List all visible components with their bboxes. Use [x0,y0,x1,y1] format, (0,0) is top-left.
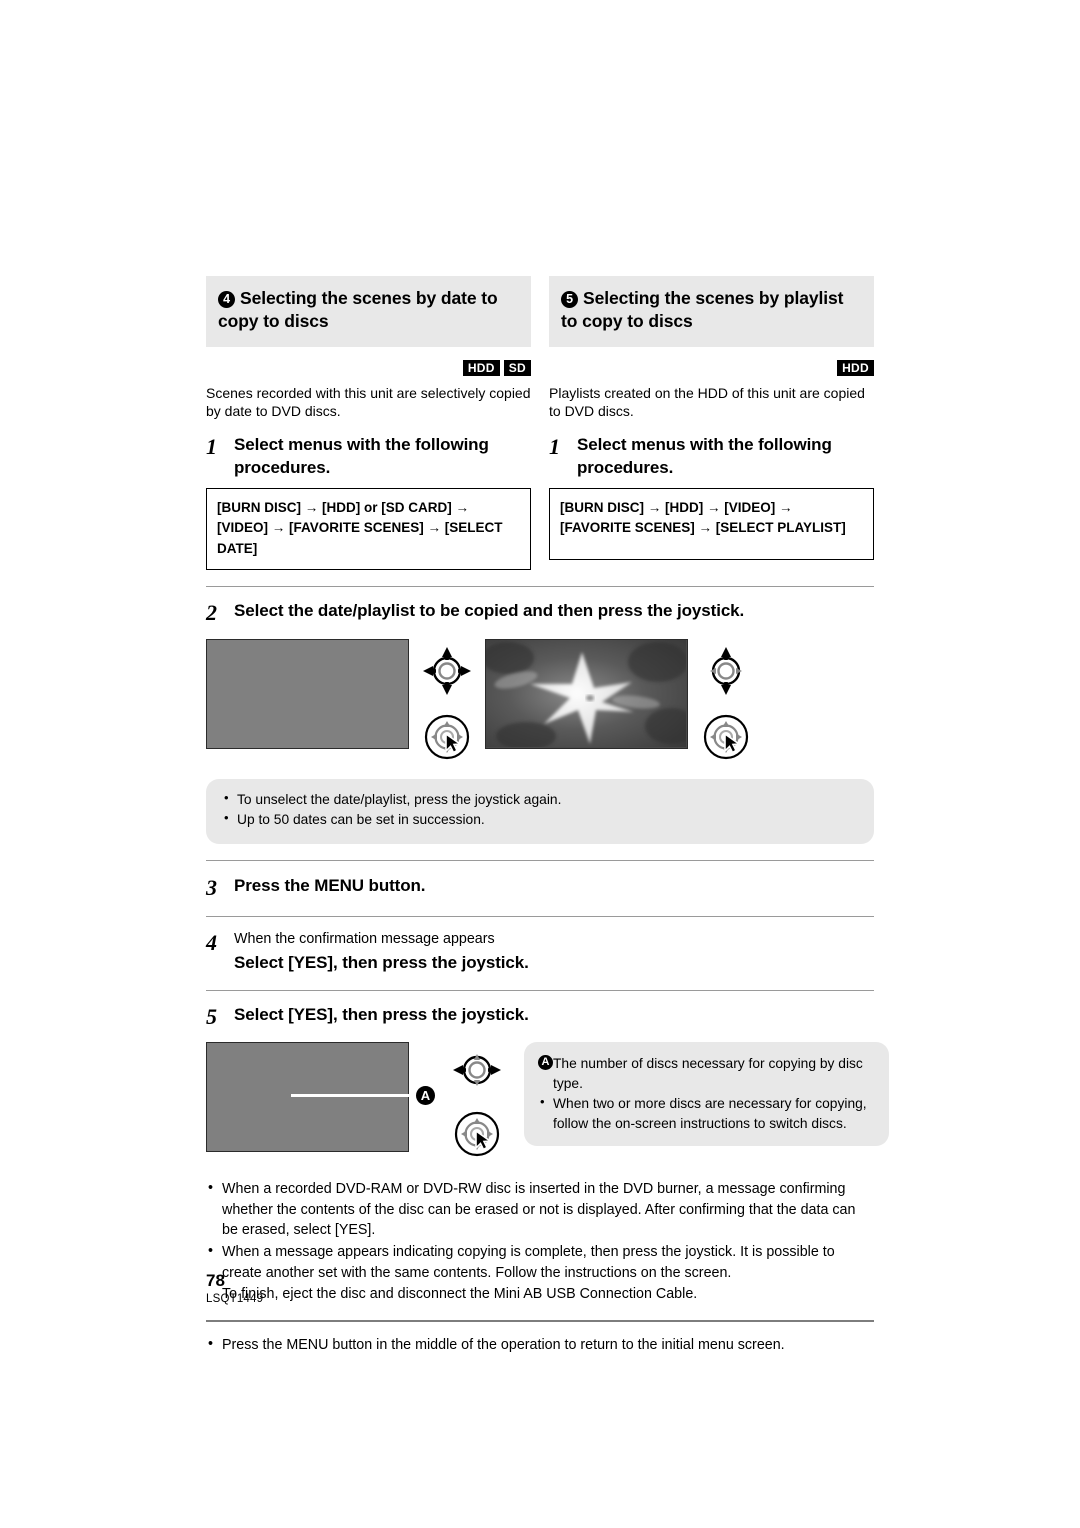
page-number: 78 [206,1271,225,1290]
screen-illustration-playlist-thumbnail [485,638,688,749]
bottom-notes: When a recorded DVD-RAM or DVD-RW disc i… [206,1178,874,1304]
menu-path-box-date: [BURN DISC] → [HDD] or [SD CARD] → [VIDE… [206,487,531,571]
screen-illustration-date-list [206,638,409,749]
bottom-note-list: When a recorded DVD-RAM or DVD-RW disc i… [206,1178,874,1304]
step-1-playlist: 1 Select menus with the following proced… [549,434,874,478]
section-column-playlist: 5 Selecting the scenes by playlist to cop… [549,276,874,570]
step-number: 1 [549,434,560,460]
step-text: Select the date/playlist to be copied an… [234,601,745,621]
list-item-text: When a message appears indicating copyin… [222,1244,835,1281]
callout-text: The number of discs necessary for copyin… [553,1055,863,1091]
joystick-leftright-icon [449,1048,505,1097]
step-text: Press the MENU button. [234,875,426,895]
callout-description: AThe number of discs necessary for copyi… [538,1053,873,1093]
step-number: 1 [206,434,217,460]
badge-hdd: HDD [462,359,500,376]
step-2-media-row [206,638,874,765]
badge-sd: SD [503,359,531,376]
step-number: 4 [206,929,217,955]
badge-hdd: HDD [837,359,874,376]
step-1-date: 1 Select menus with the following proced… [206,434,531,478]
step-text: Select menus with the following procedur… [577,435,832,477]
step-number: 3 [206,874,217,900]
step-2: 2 Select the date/playlist to be copied … [206,600,874,625]
section-heading-date: 4 Selecting the scenes by date to copy to… [206,276,531,347]
section-columns: 4 Selecting the scenes by date to copy to… [206,276,874,571]
step-4-body: When the confirmation message appears Se… [234,930,529,974]
divider [206,1320,874,1323]
step-condition: When the confirmation message appears [234,930,495,947]
step-number: 2 [206,600,217,626]
divider [206,989,874,991]
step-text: Select [YES], then press the joystick. [234,1004,529,1024]
step-5-media-row: A • A The number of discs necessary for … [206,1041,889,1162]
joystick-press-icon [703,714,749,765]
page-footer: 78 LSQT1449 [206,1271,264,1305]
screen-illustration-disc-count [206,1041,409,1152]
divider [206,586,874,588]
section-lead-date: Scenes recorded with this unit are selec… [206,384,531,419]
step-number: 5 [206,1003,217,1029]
final-note-list: Press the MENU button in the middle of t… [206,1334,874,1356]
callout-marker-a: A [416,1085,435,1105]
step-4: 4 When the confirmation message appears … [206,930,874,974]
section-marker-5: 5 [561,291,578,308]
joystick-press-icon [454,1111,500,1162]
document-id: LSQT1449 [206,1292,264,1305]
section-title-playlist: Selecting the scenes by playlist to copy… [561,288,844,332]
section-marker-4: 4 [218,291,235,308]
joystick-group-right [688,639,764,765]
section-lead-playlist: Playlists created on the HDD of this uni… [549,384,865,419]
list-item: When two or more discs are necessary for… [538,1093,873,1133]
media-badges-playlist: HDD [549,359,874,377]
media-badges-date: HDD SD [206,359,531,377]
divider [206,915,874,917]
note-list: To unselect the date/playlist, press the… [222,789,858,830]
list-item: When a recorded DVD-RAM or DVD-RW disc i… [206,1178,874,1241]
joystick-group-left [409,639,485,765]
section-heading-playlist: 5 Selecting the scenes by playlist to cop… [549,276,874,347]
section-column-date: 4 Selecting the scenes by date to copy to… [206,276,531,571]
menu-path-box-playlist: [BURN DISC] → [HDD] → [VIDEO] → [FAVORIT… [549,487,874,560]
joystick-press-icon [424,714,470,765]
step-3: 3 Press the MENU button. [206,875,874,900]
step-text: Select [YES], then press the joystick. [234,952,529,972]
joystick-4way-icon [419,645,475,702]
divider [206,859,874,861]
list-item: Press the MENU button in the middle of t… [206,1334,874,1356]
starfish-photo [486,639,687,748]
joystick-group-step5 [439,1042,515,1162]
joystick-updown-icon [701,645,751,702]
list-item: When a message appears indicating copyin… [206,1241,874,1304]
final-note-block: Press the MENU button in the middle of t… [206,1334,874,1356]
step-2-notes: To unselect the date/playlist, press the… [206,778,874,844]
callout-marker-a-icon: A [538,1054,553,1070]
list-item: Up to 50 dates can be set in succession. [222,809,858,830]
step-5: 5 Select [YES], then press the joystick. [206,1004,874,1029]
list-item-continuation: To finish, eject the disc and disconnect… [222,1285,698,1302]
screen-illustration-wrapper: A [206,1041,441,1152]
page-content: 4 Selecting the scenes by date to copy to… [206,276,889,1357]
note-list: AThe number of discs necessary for copyi… [538,1053,873,1133]
step-5-notes: AThe number of discs necessary for copyi… [524,1041,889,1147]
step-text: Select menus with the following procedur… [234,435,489,477]
section-title-date: Selecting the scenes by date to copy to … [218,288,498,332]
manual-page: 4 Selecting the scenes by date to copy to… [0,0,1080,1528]
list-item: To unselect the date/playlist, press the… [222,789,858,810]
